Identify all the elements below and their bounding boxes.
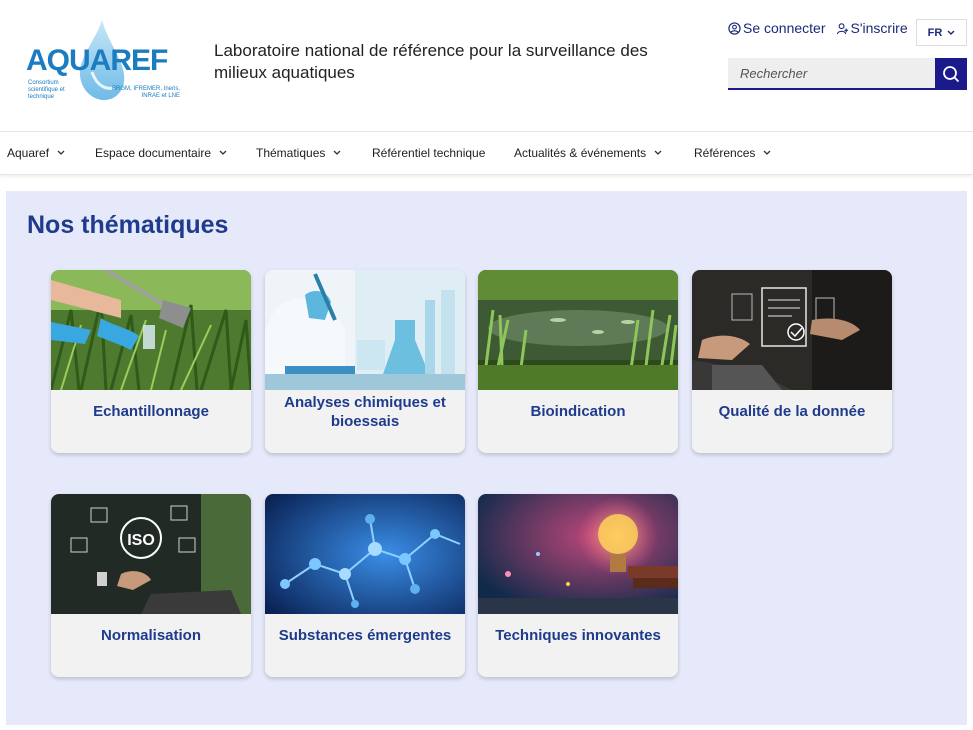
nav-item-referentiel-technique[interactable]: Référentiel technique — [372, 132, 485, 174]
site-tagline: Laboratoire national de référence pour l… — [214, 41, 648, 82]
signup-label: S'inscrire — [850, 20, 908, 36]
sampling-photo-icon — [51, 270, 251, 390]
user-circle-icon — [728, 21, 741, 35]
data-quality-photo-icon — [692, 270, 892, 390]
chevron-down-icon — [57, 150, 65, 155]
card-label: Echantillonnage — [93, 403, 209, 420]
main-navigation: Aquaref Espace documentaire Thématiques … — [0, 131, 973, 175]
nav-item-label: Référentiel technique — [372, 146, 486, 160]
login-link[interactable]: Se connecter — [728, 20, 826, 36]
card-echantillonnage[interactable]: Echantillonnage — [51, 270, 251, 453]
iso-photo-icon: ISO — [51, 494, 251, 614]
card-label: Analyses chimiques et bioessais — [284, 393, 446, 430]
nav-item-label: Aquaref — [7, 146, 50, 160]
nav-item-label: Espace documentaire — [95, 146, 212, 160]
molecules-photo-icon — [265, 494, 465, 614]
logo-wordmark: AQUAREF — [26, 44, 168, 77]
card-bioindication[interactable]: Bioindication — [478, 270, 678, 453]
user-add-icon — [836, 22, 848, 34]
card-substances-emergentes[interactable]: Substances émergentes — [265, 494, 465, 677]
site-header: AQUAREF Consortium scientifique et techn… — [0, 0, 973, 131]
language-selector[interactable]: FR — [916, 19, 967, 46]
chevron-down-icon — [654, 150, 662, 155]
svg-text:ISO: ISO — [127, 532, 155, 549]
nav-item-label: Thématiques — [256, 146, 326, 160]
search-input[interactable] — [728, 58, 935, 90]
search-bar — [728, 58, 967, 90]
nav-item-actualites[interactable]: Actualités & événements — [514, 132, 662, 174]
chevron-down-icon — [219, 150, 227, 155]
lab-photo-icon — [265, 270, 465, 390]
thematiques-section: Nos thématiques Echantillonnage Analyses… — [6, 191, 967, 725]
card-label: Techniques innovantes — [495, 627, 661, 644]
user-links: Se connecter S'inscrire — [728, 20, 908, 36]
nav-item-thematiques[interactable]: Thématiques — [256, 132, 341, 174]
search-button[interactable] — [935, 58, 967, 90]
signup-link[interactable]: S'inscrire — [836, 20, 908, 36]
aquaref-logo[interactable]: AQUAREF Consortium scientifique et techn… — [22, 18, 180, 108]
chevron-down-icon — [763, 150, 771, 155]
nav-item-aquaref[interactable]: Aquaref — [7, 132, 65, 174]
login-label: Se connecter — [743, 20, 826, 36]
pond-photo-icon — [478, 270, 678, 390]
language-label: FR — [927, 26, 943, 39]
chevron-down-icon — [947, 30, 955, 35]
logo-subtitle-left: Consortium scientifique et technique — [28, 80, 65, 100]
logo-subtitle-right: BRGM, IFREMER, Ineris, INRAE et LNE — [112, 86, 181, 99]
nav-item-references[interactable]: Références — [694, 132, 771, 174]
card-analyses-chimiques[interactable]: Analyses chimiques et bioessais — [265, 270, 465, 453]
card-normalisation[interactable]: ISO Normalisation — [51, 494, 251, 677]
search-icon — [943, 66, 960, 83]
card-label: Qualité de la donnée — [718, 403, 866, 420]
card-qualite-donnee[interactable]: Qualité de la donnée — [692, 270, 892, 453]
section-title: Nos thématiques — [27, 211, 229, 239]
card-techniques-innovantes[interactable]: Techniques innovantes — [478, 494, 678, 677]
card-label: Substances émergentes — [278, 627, 452, 644]
card-label: Normalisation — [100, 627, 202, 644]
nav-item-label: Références — [694, 146, 756, 160]
nav-item-espace-documentaire[interactable]: Espace documentaire — [95, 132, 227, 174]
card-label: Bioindication — [530, 403, 626, 420]
lightbulb-photo-icon — [478, 494, 678, 614]
chevron-down-icon — [333, 150, 341, 155]
nav-item-label: Actualités & événements — [514, 146, 647, 160]
